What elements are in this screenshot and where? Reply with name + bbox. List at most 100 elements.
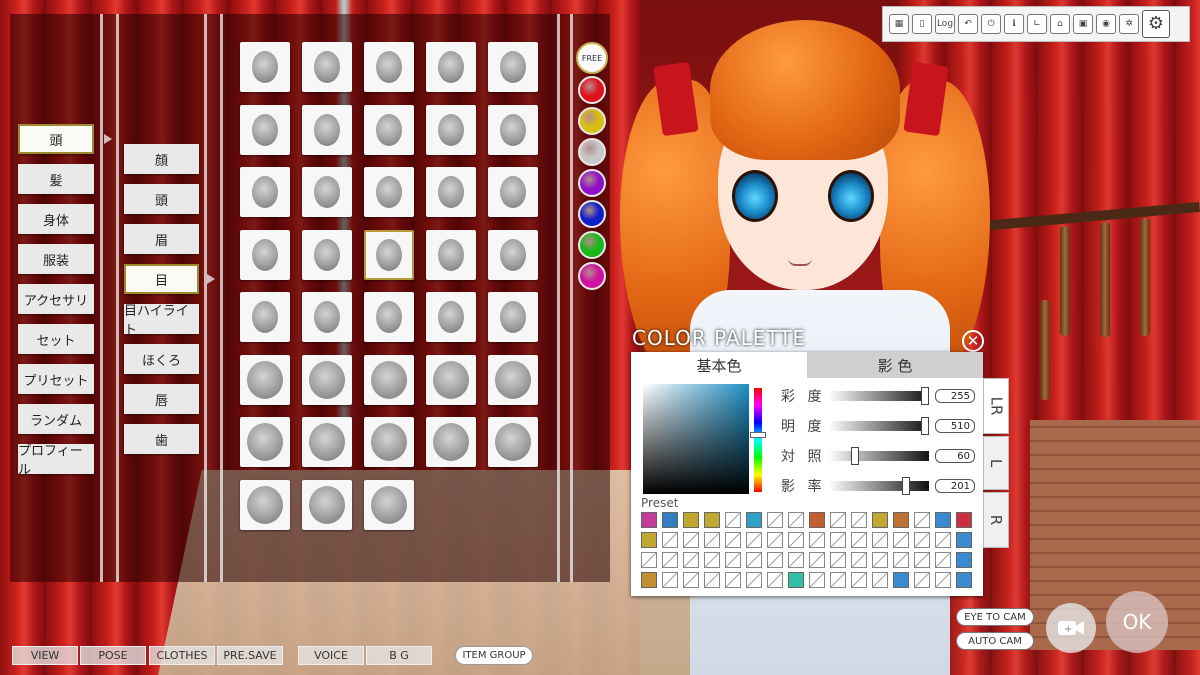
slider-track[interactable] — [829, 477, 929, 495]
preset-swatch[interactable] — [851, 552, 867, 568]
subcategory-button[interactable]: 顔 — [124, 144, 199, 174]
preset-swatch[interactable] — [641, 512, 657, 528]
eye-option[interactable] — [240, 167, 290, 217]
preset-swatch[interactable] — [935, 512, 951, 528]
subcategory-button[interactable]: 目ハイライト — [124, 304, 199, 338]
view-button[interactable]: VIEW — [12, 646, 78, 665]
category-button[interactable]: プリセット — [18, 364, 94, 394]
preset-swatch[interactable] — [683, 552, 699, 568]
color-swatch[interactable] — [578, 107, 606, 135]
eye-option[interactable] — [488, 417, 538, 467]
preset-swatch[interactable] — [872, 512, 888, 528]
axis-icon[interactable]: ∟ — [1027, 14, 1047, 34]
preset-swatch[interactable] — [767, 572, 783, 588]
eye-option[interactable] — [364, 292, 414, 342]
preset-swatch[interactable] — [725, 552, 741, 568]
eye-option[interactable] — [302, 479, 352, 530]
preset-swatch[interactable] — [746, 532, 762, 548]
tab-l[interactable]: L — [983, 436, 1009, 490]
subcategory-button[interactable]: 眉 — [124, 224, 199, 254]
category-button[interactable]: アクセサリ — [18, 284, 94, 314]
gears-icon[interactable]: ✲ — [1119, 14, 1139, 34]
preset-swatch[interactable] — [662, 552, 678, 568]
slider-knob[interactable] — [902, 477, 910, 495]
item-group-button[interactable]: ITEM GROUP — [455, 646, 533, 665]
tab-base-color[interactable]: 基本色 — [631, 352, 807, 378]
pose-button[interactable]: POSE — [80, 646, 146, 665]
slider-knob[interactable] — [851, 447, 859, 465]
eye-option[interactable] — [488, 292, 538, 342]
eye-option[interactable] — [302, 229, 352, 280]
eye-option[interactable] — [240, 229, 290, 280]
settings-icon[interactable]: ⚙ — [1142, 10, 1170, 38]
preset-swatch[interactable] — [809, 552, 825, 568]
presave-button[interactable]: PRE.SAVE — [217, 646, 283, 665]
preset-swatch[interactable] — [641, 532, 657, 548]
preset-swatch[interactable] — [704, 532, 720, 548]
camera-icon[interactable]: + — [1046, 603, 1096, 653]
color-swatch[interactable] — [578, 200, 606, 228]
preset-swatch[interactable] — [788, 552, 804, 568]
eye-option[interactable] — [240, 417, 290, 467]
preset-swatch[interactable] — [641, 572, 657, 588]
preset-swatch[interactable] — [683, 572, 699, 588]
slider-track[interactable] — [829, 417, 929, 435]
subcategory-button[interactable]: ほくろ — [124, 344, 199, 374]
preset-swatch[interactable] — [704, 572, 720, 588]
basket-icon[interactable]: ⌂ — [1050, 14, 1070, 34]
eye-option[interactable] — [302, 42, 352, 92]
preset-swatch[interactable] — [893, 512, 909, 528]
phone-icon[interactable]: ▯ — [912, 14, 932, 34]
eye-option[interactable] — [302, 104, 352, 155]
category-button[interactable]: セット — [18, 324, 94, 354]
slider-track[interactable] — [829, 447, 929, 465]
power-icon[interactable]: ⏻ — [981, 14, 1001, 34]
log-button[interactable]: Log — [935, 14, 955, 34]
category-button[interactable]: ランダム — [18, 404, 94, 434]
preset-swatch[interactable] — [851, 512, 867, 528]
subcategory-button[interactable]: 歯 — [124, 424, 199, 454]
clothes-button[interactable]: CLOTHES — [149, 646, 215, 665]
preset-swatch[interactable] — [830, 552, 846, 568]
save-card-icon[interactable]: ▣ — [1073, 14, 1093, 34]
preset-swatch[interactable] — [914, 512, 930, 528]
preset-swatch[interactable] — [662, 572, 678, 588]
hue-slider-knob[interactable] — [750, 432, 766, 438]
eye-option[interactable] — [426, 167, 476, 217]
color-swatch[interactable] — [578, 169, 606, 197]
preset-swatch[interactable] — [872, 572, 888, 588]
eye-option[interactable] — [302, 354, 352, 405]
preset-swatch[interactable] — [914, 572, 930, 588]
preset-swatch[interactable] — [767, 512, 783, 528]
tab-shadow-color[interactable]: 影 色 — [807, 352, 983, 378]
category-button[interactable]: 身体 — [18, 204, 94, 234]
screenshot-icon[interactable]: ◉ — [1096, 14, 1116, 34]
eye-option[interactable] — [364, 479, 414, 530]
preset-swatch[interactable] — [641, 552, 657, 568]
preset-swatch[interactable] — [935, 572, 951, 588]
preset-swatch[interactable] — [872, 532, 888, 548]
eye-option[interactable] — [488, 42, 538, 92]
eye-option[interactable] — [488, 354, 538, 405]
preset-swatch[interactable] — [893, 532, 909, 548]
preset-swatch[interactable] — [809, 512, 825, 528]
color-swatch[interactable] — [578, 231, 606, 259]
hue-slider[interactable] — [754, 388, 762, 492]
preset-swatch[interactable] — [830, 532, 846, 548]
eye-option[interactable] — [240, 479, 290, 530]
preset-swatch[interactable] — [914, 552, 930, 568]
preset-swatch[interactable] — [788, 532, 804, 548]
eye-option[interactable] — [240, 42, 290, 92]
eye-option[interactable] — [488, 104, 538, 155]
preset-swatch[interactable] — [746, 552, 762, 568]
ok-button[interactable]: OK — [1106, 591, 1168, 653]
category-button[interactable]: プロフィール — [18, 444, 94, 478]
preset-swatch[interactable] — [809, 532, 825, 548]
preset-swatch[interactable] — [704, 512, 720, 528]
eye-option[interactable] — [488, 167, 538, 217]
preset-swatch[interactable] — [851, 532, 867, 548]
eye-option[interactable] — [426, 354, 476, 405]
preset-swatch[interactable] — [851, 572, 867, 588]
preset-swatch[interactable] — [956, 552, 972, 568]
tab-r[interactable]: R — [983, 492, 1009, 548]
